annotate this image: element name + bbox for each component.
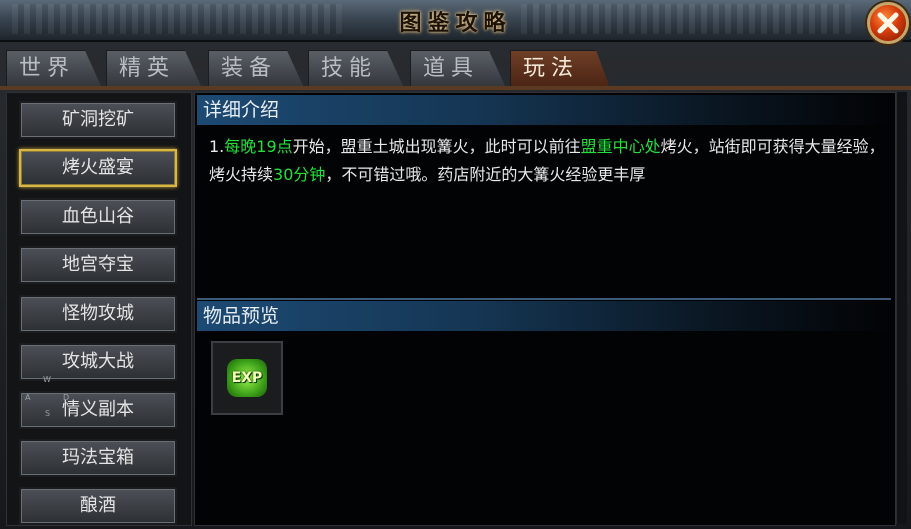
preview-heading: 物品预览 [197,301,891,331]
tabs-underline [0,86,911,90]
tab-items[interactable]: 道具 [410,50,506,88]
close-x-icon [877,12,899,34]
detail-panel: 详细介绍 1.每晚19点开始，盟重土城出现篝火，此时可以前往盟重中心处烤火，站街… [194,92,896,526]
tab-gameplay[interactable]: 玩法 [510,50,610,88]
list-item-blood-valley[interactable]: 血色山谷 [19,198,177,236]
list-item-brewing[interactable]: 酿酒 [19,487,177,525]
list-item-bonfire-feast[interactable]: 烤火盛宴 [19,149,177,187]
activity-list: 矿洞挖矿 烤火盛宴 血色山谷 地宫夺宝 怪物攻城 攻城大战 情义副本 玛法宝箱 … [6,92,192,526]
key-hint-w: W [43,375,51,384]
title-bar: 图鉴攻略 [0,0,911,42]
window-title: 图鉴攻略 [399,10,512,36]
close-button[interactable] [867,2,909,44]
key-hint-s: S [45,409,51,418]
list-item-mining[interactable]: 矿洞挖矿 [19,101,177,139]
desc-highlight-duration: 30分钟 [273,165,326,184]
list-item-friendship-dungeon[interactable]: 情义副本 [19,391,177,429]
desc-highlight-location: 盟重中心处 [580,137,661,156]
item-slot[interactable]: EXP [211,341,283,415]
key-hint-a: A [25,393,31,402]
desc-segment: 开始，盟重土城出现篝火，此时可以前往 [292,137,581,156]
key-hint-d: D [63,393,70,402]
section-divider [197,298,891,300]
tab-world[interactable]: 世界 [6,50,102,88]
tab-skills[interactable]: 技能 [308,50,404,88]
detail-heading: 详细介绍 [197,95,891,125]
category-tabs: 世界 精英 装备 技能 道具 玩法 [0,44,911,88]
list-item-mafa-chest[interactable]: 玛法宝箱 [19,439,177,477]
desc-highlight-time: 每晚19点 [224,137,293,156]
scrollbar[interactable] [896,92,907,524]
tab-elite[interactable]: 精英 [106,50,202,88]
game-window: 图鉴攻略 世界 精英 装备 技能 道具 玩法 矿洞挖矿 烤火盛宴 血色山谷 地宫… [0,0,911,529]
list-item-underground-treasure[interactable]: 地宫夺宝 [19,246,177,284]
tab-equipment[interactable]: 装备 [208,50,304,88]
list-item-monster-siege[interactable]: 怪物攻城 [19,295,177,333]
exp-orb-icon: EXP [227,359,267,397]
desc-segment: ，不可错过哦。药店附近的大篝火经验更丰厚 [325,165,646,184]
detail-description: 1.每晚19点开始，盟重土城出现篝火，此时可以前往盟重中心处烤火，站街即可获得大… [209,133,889,189]
desc-segment: 1. [209,137,225,156]
